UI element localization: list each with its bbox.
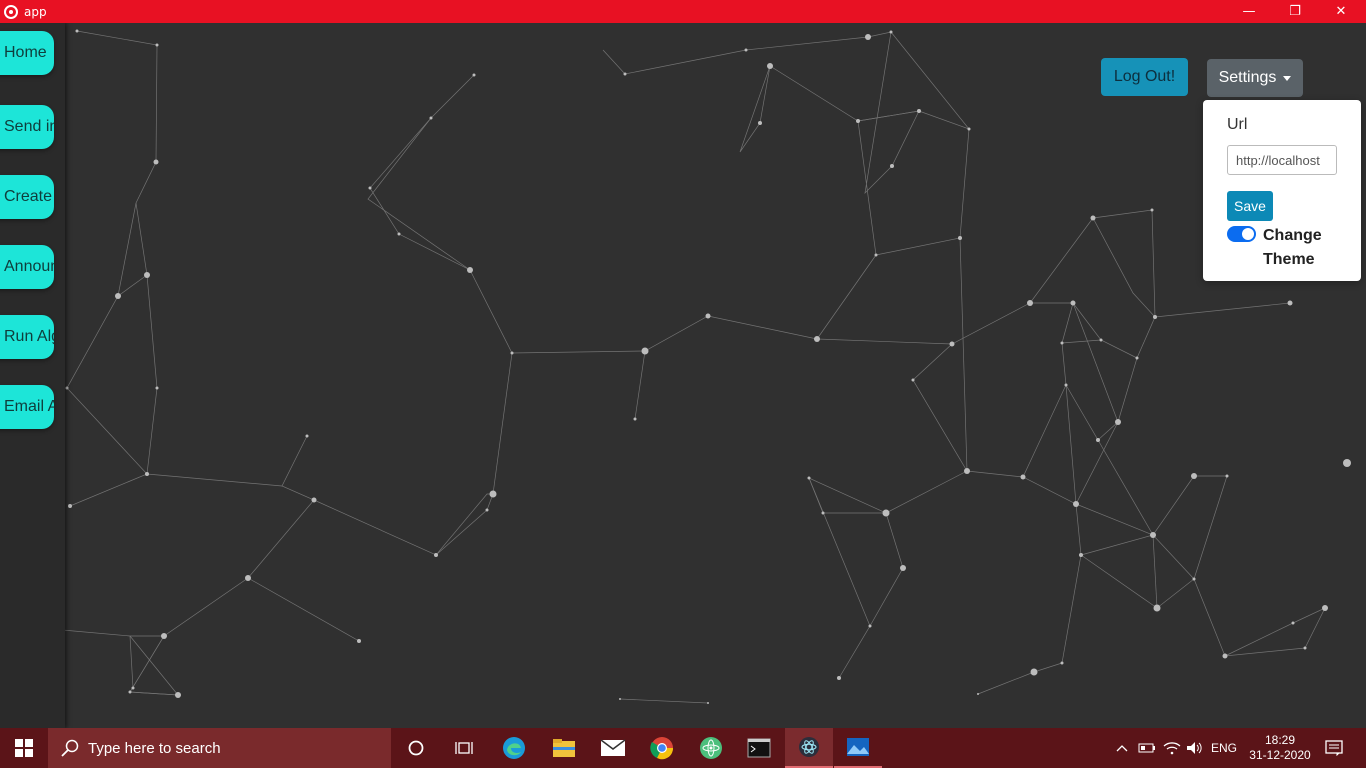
close-icon: ✕: [1335, 4, 1347, 19]
sidebar-item-create[interactable]: Create: [0, 175, 54, 219]
taskbar: Type here to search ENG 18:29 31-12-2020: [0, 728, 1366, 768]
task-view-icon[interactable]: [440, 728, 488, 768]
settings-dropdown-button[interactable]: Settings: [1207, 59, 1303, 97]
save-button[interactable]: Save: [1227, 191, 1273, 221]
particle-network-background: [1, 29, 1351, 704]
url-input[interactable]: [1227, 145, 1337, 175]
electron-app-icon: [4, 4, 18, 19]
electron-app-taskbar-icon[interactable]: [785, 728, 833, 768]
settings-menu: Url Save Change Theme: [1203, 100, 1361, 281]
sidebar-item-send-info[interactable]: Send info: [0, 105, 54, 149]
atom-icon[interactable]: [687, 728, 735, 768]
sidebar-item-run-algo[interactable]: Run Algo: [0, 315, 54, 359]
cortana-icon[interactable]: [392, 728, 440, 768]
photos-icon[interactable]: [834, 728, 882, 768]
toggle-knob: [1242, 228, 1254, 240]
title-bar: app — ❐ ✕: [0, 0, 1366, 23]
theme-toggle-label: Change Theme: [1263, 227, 1322, 268]
app-content: Home Send info Create Announce Run Algo …: [0, 23, 1366, 728]
caret-down-icon: [1283, 75, 1292, 81]
logout-label: Log Out!: [1113, 68, 1176, 85]
url-label: Url: [1227, 116, 1248, 133]
restore-button[interactable]: ❐: [1272, 0, 1318, 23]
battery-icon[interactable]: [1136, 728, 1158, 768]
show-hidden-icons-chevron-icon[interactable]: [1113, 728, 1131, 768]
search-placeholder: Type here to search: [88, 739, 221, 757]
file-explorer-icon[interactable]: [540, 728, 588, 768]
minimize-button[interactable]: —: [1226, 0, 1272, 23]
sidebar-item-email-all[interactable]: Email All: [0, 385, 54, 429]
clock[interactable]: 18:29 31-12-2020: [1248, 728, 1312, 768]
search-icon: [61, 739, 79, 757]
logout-button[interactable]: Log Out!: [1101, 58, 1188, 96]
notifications-icon[interactable]: [1318, 728, 1350, 768]
mail-icon[interactable]: [589, 728, 637, 768]
sidebar-item-home[interactable]: Home: [0, 31, 54, 75]
clock-time: 18:29: [1264, 733, 1296, 747]
sidebar: Home Send info Create Announce Run Algo …: [0, 23, 65, 728]
close-button[interactable]: ✕: [1318, 0, 1364, 23]
settings-label: Settings: [1218, 69, 1277, 86]
minimize-icon: —: [1242, 4, 1256, 19]
theme-toggle-switch[interactable]: [1227, 226, 1256, 242]
edge-icon[interactable]: [490, 728, 538, 768]
windows-icon: [15, 739, 33, 757]
chrome-icon[interactable]: [638, 728, 686, 768]
sidebar-item-announce[interactable]: Announce: [0, 245, 54, 289]
window-title: app: [24, 4, 47, 19]
language-indicator[interactable]: ENG: [1207, 728, 1241, 768]
start-button[interactable]: [0, 728, 48, 768]
wifi-icon[interactable]: [1160, 728, 1184, 768]
clock-date: 31-12-2020: [1249, 748, 1311, 762]
terminal-icon[interactable]: [735, 728, 783, 768]
taskbar-search-box[interactable]: Type here to search: [48, 728, 391, 768]
restore-icon: ❐: [1289, 4, 1301, 19]
volume-icon[interactable]: [1184, 728, 1206, 768]
